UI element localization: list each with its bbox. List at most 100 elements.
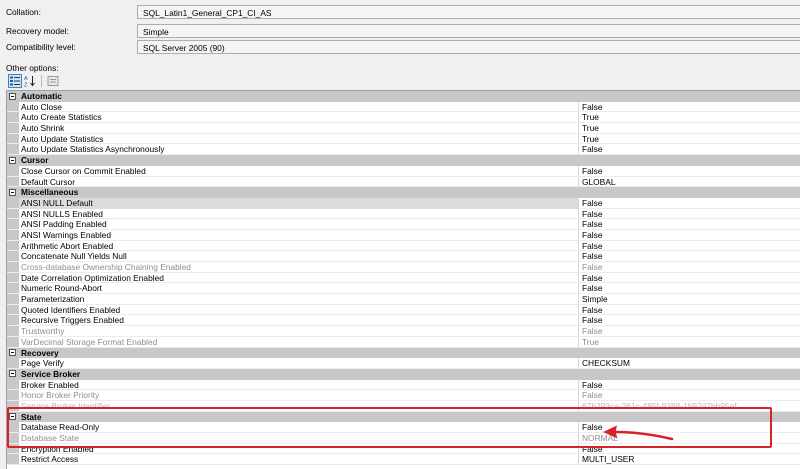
collapse-icon[interactable] (9, 188, 16, 196)
compatibility-level-label: Compatibility level: (6, 42, 76, 52)
property-name: Cross-database Ownership Chaining Enable… (21, 262, 191, 272)
collapse-icon[interactable] (9, 156, 16, 164)
property-value[interactable]: False (582, 251, 602, 262)
column-divider (578, 283, 579, 294)
property-row[interactable]: Broker Enabled False (7, 379, 800, 391)
property-value[interactable]: False (582, 209, 602, 220)
collapse-icon[interactable] (9, 370, 16, 378)
property-row[interactable]: Auto Close False (7, 101, 800, 113)
property-value[interactable]: False (582, 241, 602, 252)
property-value[interactable]: MULTI_USER (582, 454, 634, 465)
property-value[interactable]: Simple (582, 294, 608, 305)
column-divider (578, 208, 579, 219)
categorized-button[interactable] (8, 74, 22, 88)
row-gutter (7, 326, 19, 336)
property-value[interactable]: False (582, 230, 602, 241)
property-row[interactable]: Restrict Access MULTI_USER (7, 454, 800, 466)
property-row[interactable]: Date Correlation Optimization Enabled Fal… (7, 272, 800, 284)
property-name: ANSI NULL Default (19, 197, 578, 209)
column-divider (578, 251, 579, 261)
collapse-icon[interactable] (9, 92, 16, 100)
collation-value: SQL_Latin1_General_CP1_CI_AS (143, 7, 272, 18)
property-pages-button[interactable] (46, 74, 60, 88)
recovery-model-row: Recovery model: Simple (0, 24, 800, 38)
property-name: Recursive Triggers Enabled (21, 315, 124, 326)
column-divider (578, 229, 579, 240)
property-value[interactable]: True (582, 123, 599, 134)
property-value[interactable]: False (582, 380, 602, 391)
property-value[interactable]: False (582, 144, 602, 155)
category-row[interactable]: Service Broker (7, 368, 800, 380)
recovery-model-field[interactable]: Simple (137, 24, 800, 38)
category-row[interactable]: Recovery (7, 347, 800, 359)
column-divider (578, 112, 579, 123)
property-value[interactable]: False (582, 198, 602, 209)
collapse-icon[interactable] (9, 349, 16, 356)
property-row[interactable]: VarDecimal Storage Format Enabled True (7, 336, 800, 348)
compatibility-level-value: SQL Server 2005 (90) (143, 42, 225, 53)
property-row[interactable]: Trustworthy False (7, 326, 800, 337)
property-value[interactable]: False (582, 219, 602, 230)
property-name: Close Cursor on Commit Enabled (21, 165, 146, 176)
property-row[interactable]: Cross-database Ownership Chaining Enable… (7, 262, 800, 273)
property-value[interactable]: False (582, 166, 602, 177)
property-row[interactable]: Auto Update Statistics True (7, 133, 800, 145)
property-row[interactable]: Honor Broker Priority False (7, 390, 800, 401)
category-row[interactable]: Miscellaneous (7, 187, 800, 198)
property-name: Honor Broker Priority (21, 390, 100, 401)
property-name: Auto Close (21, 101, 62, 112)
property-value: False (582, 326, 603, 337)
property-value: False (582, 390, 603, 401)
property-row[interactable]: Quoted Identifiers Enabled False (7, 304, 800, 316)
property-value[interactable]: False (582, 273, 602, 284)
column-divider (578, 358, 579, 368)
row-gutter (7, 272, 19, 283)
toolbar-separator (41, 75, 42, 87)
property-name: Page Verify (21, 358, 64, 369)
property-row[interactable]: Page Verify CHECKSUM (7, 358, 800, 369)
row-gutter (7, 294, 19, 304)
property-row[interactable]: Concatenate Null Yields Null False (7, 251, 800, 262)
property-row[interactable]: ANSI Padding Enabled False (7, 219, 800, 230)
column-divider (578, 123, 579, 133)
other-options-label: Other options: (6, 63, 59, 73)
property-row[interactable]: ANSI Warnings Enabled False (7, 229, 800, 241)
property-row[interactable]: Auto Update Statistics Asynchronously Fal… (7, 144, 800, 156)
property-value[interactable]: False (582, 305, 602, 316)
alphabetical-button[interactable]: A Z (23, 74, 37, 88)
property-row[interactable]: Parameterization Simple (7, 294, 800, 305)
property-row[interactable]: Numeric Round-Abort False (7, 283, 800, 295)
collation-field[interactable]: SQL_Latin1_General_CP1_CI_AS (137, 5, 800, 19)
property-name: Concatenate Null Yields Null (21, 251, 127, 262)
property-row[interactable]: Arithmetic Abort Enabled False (7, 240, 800, 252)
property-name: Numeric Round-Abort (21, 283, 102, 294)
row-gutter (7, 176, 19, 187)
property-row[interactable]: Close Cursor on Commit Enabled False (7, 165, 800, 177)
property-name: VarDecimal Storage Format Enabled (21, 336, 158, 347)
column-divider (578, 176, 579, 187)
property-value: False (582, 262, 603, 272)
property-name: ANSI Padding Enabled (21, 219, 107, 230)
property-value[interactable]: False (582, 283, 602, 294)
property-row[interactable]: ANSI NULL Default False (7, 197, 800, 209)
category-row[interactable]: Automatic (7, 91, 800, 102)
property-value[interactable]: True (582, 112, 599, 123)
property-value[interactable]: True (582, 134, 599, 145)
property-value[interactable]: False (582, 102, 602, 113)
recovery-model-label: Recovery model: (6, 26, 69, 36)
property-row[interactable]: Auto Create Statistics True (7, 112, 800, 124)
row-gutter (7, 240, 19, 251)
property-row[interactable]: Default Cursor GLOBAL (7, 176, 800, 188)
compatibility-level-field[interactable]: SQL Server 2005 (90) (137, 40, 800, 54)
property-value: True (582, 336, 599, 347)
property-row[interactable]: Recursive Triggers Enabled False (7, 315, 800, 327)
category-row[interactable]: Cursor (7, 155, 800, 166)
property-row[interactable]: ANSI NULLS Enabled False (7, 208, 800, 220)
property-value[interactable]: False (582, 315, 602, 326)
property-row[interactable]: Auto Shrink True (7, 123, 800, 134)
row-gutter (7, 379, 19, 390)
property-name: ANSI NULLS Enabled (21, 208, 103, 219)
property-value[interactable]: GLOBAL (582, 177, 616, 188)
property-value[interactable]: CHECKSUM (582, 358, 630, 369)
row-gutter (7, 304, 19, 315)
